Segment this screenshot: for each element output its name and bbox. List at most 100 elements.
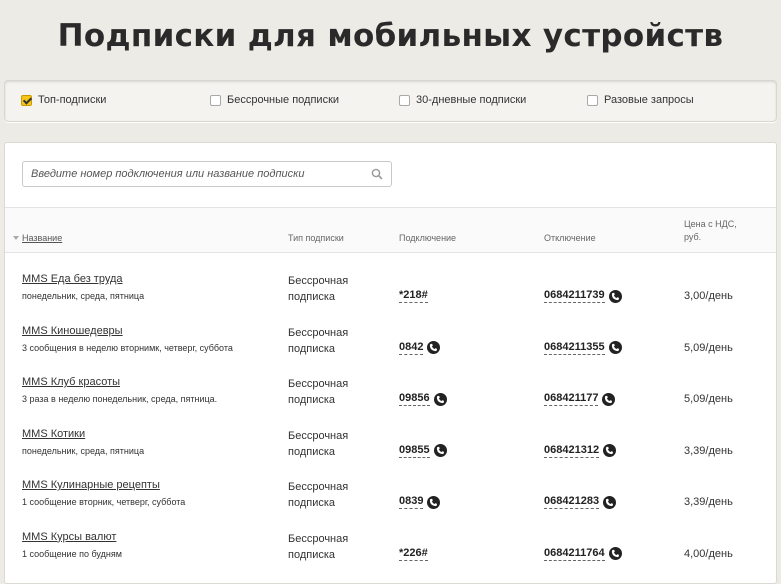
header-price-line2: руб. — [684, 232, 702, 242]
filter-onetime[interactable]: Разовые запросы — [587, 94, 694, 106]
subscription-type: Бессрочная подписка — [288, 479, 368, 511]
header-price-line1: Цена с НДС, — [684, 219, 737, 229]
disconnect-code[interactable]: 068421283 — [544, 495, 617, 509]
checkbox-icon[interactable] — [399, 94, 410, 106]
subscription-price: 4,00/день — [684, 547, 733, 560]
connect-code-value[interactable]: 0839 — [399, 495, 424, 509]
subscription-type-line1: Бессрочная — [288, 378, 349, 390]
phone-icon[interactable] — [608, 547, 622, 560]
subscription-type-line1: Бессрочная — [288, 429, 349, 442]
filter-label: Разовые запросы — [604, 94, 694, 106]
subscription-type-line2: подписка — [288, 342, 336, 355]
search-icon[interactable] — [371, 168, 383, 180]
disconnect-code[interactable]: 0684211764 — [544, 547, 622, 561]
phone-icon[interactable] — [433, 392, 447, 406]
connect-code[interactable]: *218# — [399, 289, 428, 303]
phone-icon[interactable] — [608, 341, 622, 354]
table-row: MMS Котики понедельник, среда, пятница Бес… — [5, 418, 776, 469]
disconnect-code[interactable]: 0684211355 — [544, 341, 622, 355]
table-row: MMS Клуб красоты 3 раза в неделю понедель… — [5, 366, 776, 417]
subscription-type-line1: Бессрочная — [288, 275, 349, 287]
subscription-name-link[interactable]: MMS Котики — [22, 428, 85, 440]
disconnect-code[interactable]: 0684211739 — [544, 289, 622, 303]
subscription-description: 1 сообщение вторник, четверг, суббота — [22, 497, 186, 507]
phone-icon[interactable] — [433, 444, 447, 457]
phone-icon[interactable] — [608, 289, 622, 303]
connect-code[interactable]: 0842 — [399, 341, 441, 355]
connect-code-value[interactable]: 09855 — [399, 444, 430, 458]
header-disconnect: Отключение — [544, 233, 596, 243]
subscription-price: 3,39/день — [684, 444, 733, 457]
subscription-type: Бессрочная подписка — [288, 273, 368, 305]
subscription-description: 3 раза в неделю понедельник, среда, пятн… — [22, 394, 218, 404]
header-name[interactable]: Название — [22, 233, 62, 243]
filter-label: Бессрочные подписки — [227, 94, 340, 106]
subscription-price: 3,39/день — [684, 496, 733, 508]
search-input[interactable] — [23, 162, 379, 186]
subscription-type: Бессрочная подписка — [288, 325, 368, 357]
subscription-type: Бессрочная подписка — [288, 531, 368, 563]
table-row: MMS Курсы валют 1 сообщение по будням Бесс… — [5, 521, 776, 572]
page: Подписки для мобильных устройств Топ-под… — [0, 0, 781, 584]
subscription-type-line1: Бессрочная — [288, 532, 349, 545]
subscription-price: 5,09/день — [684, 393, 733, 405]
table-header: Название Тип подписки Подключение Отключ… — [5, 207, 776, 253]
subscription-price: 3,00/день — [684, 290, 733, 302]
subscriptions-panel: Название Тип подписки Подключение Отключ… — [4, 142, 777, 584]
subscription-name-link[interactable]: MMS Еда без труда — [22, 273, 123, 285]
subscription-name-link[interactable]: MMS Курсы валют — [22, 531, 116, 543]
subscription-name-link[interactable]: MMS Кулинарные рецепты — [22, 479, 160, 491]
checkbox-icon[interactable] — [210, 94, 221, 106]
connect-code[interactable]: *226# — [399, 547, 428, 561]
disconnect-code-value[interactable]: 0684211739 — [544, 289, 605, 303]
subscription-description: 3 сообщения в неделю вторнимк, четверг, … — [22, 342, 233, 353]
phone-icon[interactable] — [427, 495, 441, 509]
search-box — [22, 161, 392, 187]
disconnect-code-value[interactable]: 068421312 — [544, 444, 600, 458]
checkbox-icon[interactable] — [587, 94, 598, 106]
filter-label: 30-дневные подписки — [416, 94, 527, 106]
filter-unlimited[interactable]: Бессрочные подписки — [210, 94, 339, 106]
disconnect-code-value[interactable]: 068421177 — [544, 392, 599, 406]
disconnect-code[interactable]: 068421177 — [544, 392, 616, 406]
subscription-description: понедельник, среда, пятница — [22, 445, 145, 456]
subscription-description: 1 сообщение по будням — [22, 548, 122, 559]
subscription-name-link[interactable]: MMS Киношедевры — [22, 325, 123, 337]
connect-code[interactable]: 09855 — [399, 444, 447, 458]
disconnect-code-value[interactable]: 0684211764 — [544, 547, 605, 561]
subscription-type-line1: Бессрочная — [288, 326, 349, 339]
subscription-type-line2: подписка — [288, 497, 336, 509]
filter-top[interactable]: Топ-подписки — [21, 94, 106, 106]
connect-code[interactable]: 0839 — [399, 495, 441, 509]
disconnect-code-value[interactable]: 0684211355 — [544, 341, 605, 355]
subscription-type-line2: подписка — [288, 548, 336, 561]
subscription-name-link[interactable]: MMS Клуб красоты — [22, 376, 120, 388]
disconnect-code[interactable]: 068421312 — [544, 444, 617, 458]
connect-code-value[interactable]: *226# — [399, 547, 428, 561]
header-connect: Подключение — [399, 233, 457, 243]
subscription-type: Бессрочная подписка — [288, 428, 368, 460]
connect-code-value[interactable]: 09856 — [399, 392, 430, 406]
phone-icon[interactable] — [427, 341, 441, 354]
connect-code[interactable]: 09856 — [399, 392, 447, 406]
sort-arrow-icon[interactable] — [13, 236, 19, 240]
table-row: MMS Киношедевры 3 сообщения в неделю втор… — [5, 315, 776, 366]
phone-icon[interactable] — [603, 495, 617, 509]
phone-icon[interactable] — [603, 444, 617, 457]
filter-bar: Топ-подписки Бессрочные подписки 30-днев… — [4, 80, 777, 122]
subscription-type-line1: Бессрочная — [288, 481, 349, 493]
subscription-type-line2: подписка — [288, 394, 336, 406]
table-row: MMS Кулинарные рецепты 1 сообщение вторни… — [5, 469, 776, 520]
table-row: MMS Еда без труда понедельник, среда, пят… — [5, 263, 776, 314]
checkbox-checked-icon[interactable] — [21, 94, 32, 106]
subscription-price: 5,09/день — [684, 341, 733, 354]
header-type: Тип подписки — [288, 233, 344, 243]
subscription-type: Бессрочная подписка — [288, 376, 368, 408]
connect-code-value[interactable]: *218# — [399, 289, 428, 303]
phone-icon[interactable] — [602, 392, 616, 406]
filter-label: Топ-подписки — [38, 94, 107, 106]
page-title: Подписки для мобильных устройств — [57, 18, 724, 54]
connect-code-value[interactable]: 0842 — [399, 341, 424, 355]
filter-30day[interactable]: 30-дневные подписки — [399, 94, 526, 106]
disconnect-code-value[interactable]: 068421283 — [544, 495, 600, 509]
